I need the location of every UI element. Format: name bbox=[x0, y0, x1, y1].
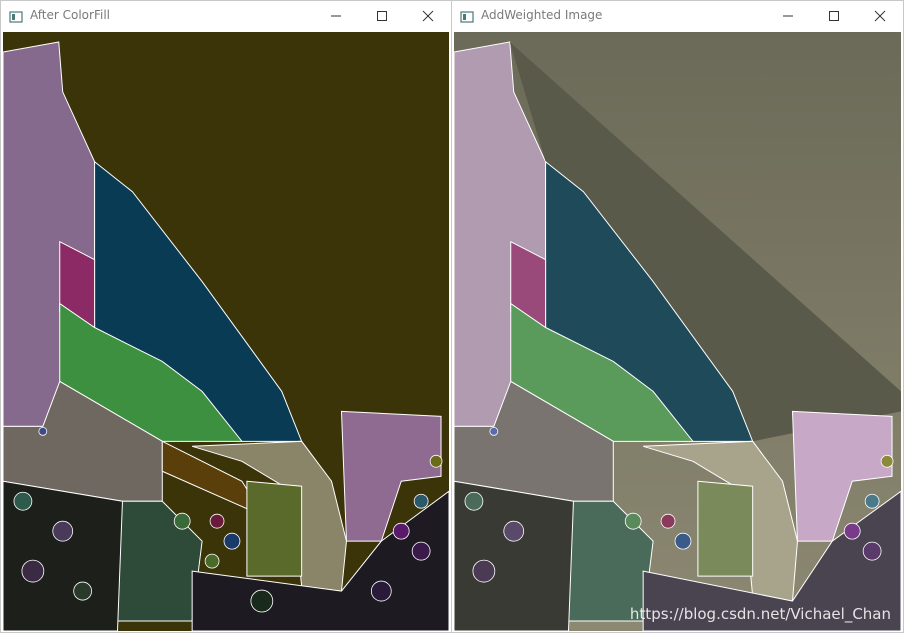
after-colorfill-window: After ColorFill bbox=[0, 0, 452, 633]
addweighted-image-window: AddWeighted Image https://blog.csdn.net/… bbox=[451, 0, 904, 633]
title-bar[interactable]: AddWeighted Image bbox=[452, 1, 903, 31]
minimize-button[interactable] bbox=[765, 1, 811, 31]
addweighted-image bbox=[454, 32, 901, 631]
close-icon bbox=[422, 10, 434, 22]
title-bar[interactable]: After ColorFill bbox=[1, 1, 451, 31]
olive-region bbox=[246, 480, 303, 577]
close-button[interactable] bbox=[857, 1, 903, 31]
maximize-button[interactable] bbox=[359, 1, 405, 31]
close-icon bbox=[874, 10, 886, 22]
maximize-icon bbox=[829, 11, 839, 21]
window-title: After ColorFill bbox=[30, 8, 110, 22]
olive-region bbox=[697, 480, 754, 577]
addweighted-image-canvas[interactable]: https://blog.csdn.net/Vichael_Chan bbox=[454, 32, 901, 631]
window-title: AddWeighted Image bbox=[481, 8, 603, 22]
app-icon bbox=[9, 9, 23, 23]
app-icon bbox=[460, 9, 474, 23]
colorfill-image bbox=[3, 32, 449, 631]
maximize-icon bbox=[377, 11, 387, 21]
minimize-button[interactable] bbox=[313, 1, 359, 31]
minimize-icon bbox=[331, 15, 341, 17]
maximize-button[interactable] bbox=[811, 1, 857, 31]
watermark-text: https://blog.csdn.net/Vichael_Chan bbox=[629, 605, 891, 623]
colorfill-image-canvas[interactable] bbox=[3, 32, 449, 631]
minimize-icon bbox=[783, 15, 793, 17]
close-button[interactable] bbox=[405, 1, 451, 31]
